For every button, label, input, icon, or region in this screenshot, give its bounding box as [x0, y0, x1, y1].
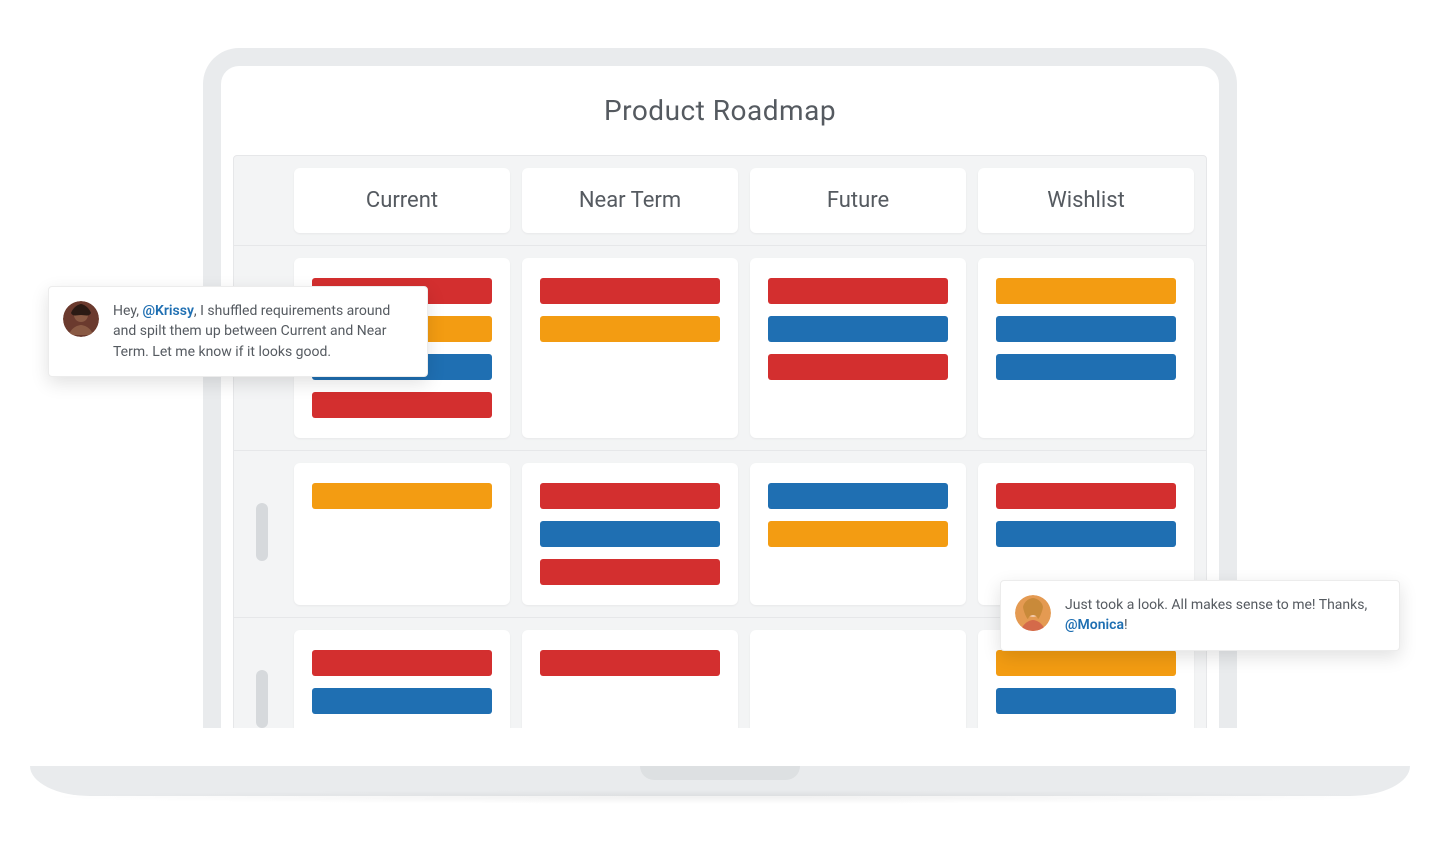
roadmap-item[interactable] [540, 559, 720, 585]
board-cell[interactable] [750, 463, 966, 605]
comment-card[interactable]: Just took a look. All makes sense to me!… [1000, 580, 1400, 651]
roadmap-item[interactable] [768, 354, 948, 380]
board-cell[interactable] [522, 463, 738, 605]
roadmap-item[interactable] [540, 316, 720, 342]
comment-card[interactable]: Hey, @Krissy, I shuffled requirements ar… [48, 286, 428, 377]
roadmap-item[interactable] [540, 650, 720, 676]
laptop-base [30, 766, 1410, 796]
roadmap-item[interactable] [996, 316, 1176, 342]
column-header-future[interactable]: Future [750, 168, 966, 233]
roadmap-item[interactable] [996, 521, 1176, 547]
column-header-near-term[interactable]: Near Term [522, 168, 738, 233]
comment-text: Hey, @Krissy, I shuffled requirements ar… [113, 301, 409, 362]
mention[interactable]: @Monica [1065, 617, 1124, 633]
board-cell[interactable] [294, 463, 510, 605]
workspace-handle[interactable] [256, 670, 268, 728]
roadmap-item[interactable] [996, 278, 1176, 304]
roadmap-item[interactable] [540, 521, 720, 547]
board-cell[interactable] [750, 630, 966, 728]
gutter [246, 168, 282, 233]
trackpad-notch [640, 766, 800, 780]
roadmap-item[interactable] [996, 483, 1176, 509]
roadmap-item[interactable] [996, 354, 1176, 380]
mention[interactable]: @Krissy [142, 303, 193, 319]
roadmap-item[interactable] [768, 278, 948, 304]
roadmap-item[interactable] [768, 483, 948, 509]
roadmap-item[interactable] [312, 483, 492, 509]
workspace-handle[interactable] [256, 503, 268, 561]
workspace-handle-wrap [246, 463, 282, 605]
board-cell[interactable] [522, 630, 738, 728]
roadmap-item[interactable] [768, 521, 948, 547]
base-shadow [30, 790, 1410, 804]
avatar [63, 301, 99, 337]
roadmap-item[interactable] [540, 483, 720, 509]
column-header-wishlist[interactable]: Wishlist [978, 168, 1194, 233]
board-cell[interactable] [294, 630, 510, 728]
workspace-handle-wrap [246, 630, 282, 728]
roadmap-item[interactable] [312, 688, 492, 714]
page-title: Product Roadmap [233, 74, 1207, 155]
roadmap-item[interactable] [312, 650, 492, 676]
roadmap-item[interactable] [312, 392, 492, 418]
column-header-current[interactable]: Current [294, 168, 510, 233]
camera-dot [717, 56, 723, 62]
avatar [1015, 595, 1051, 631]
roadmap-item[interactable] [996, 650, 1176, 676]
roadmap-item[interactable] [996, 688, 1176, 714]
board-cell[interactable] [978, 258, 1194, 438]
column-headers: Current Near Term Future Wishlist [234, 168, 1206, 245]
roadmap-item[interactable] [768, 316, 948, 342]
roadmap-item[interactable] [540, 278, 720, 304]
board-cell[interactable] [522, 258, 738, 438]
comment-text: Just took a look. All makes sense to me!… [1065, 595, 1381, 636]
board-cell[interactable] [750, 258, 966, 438]
